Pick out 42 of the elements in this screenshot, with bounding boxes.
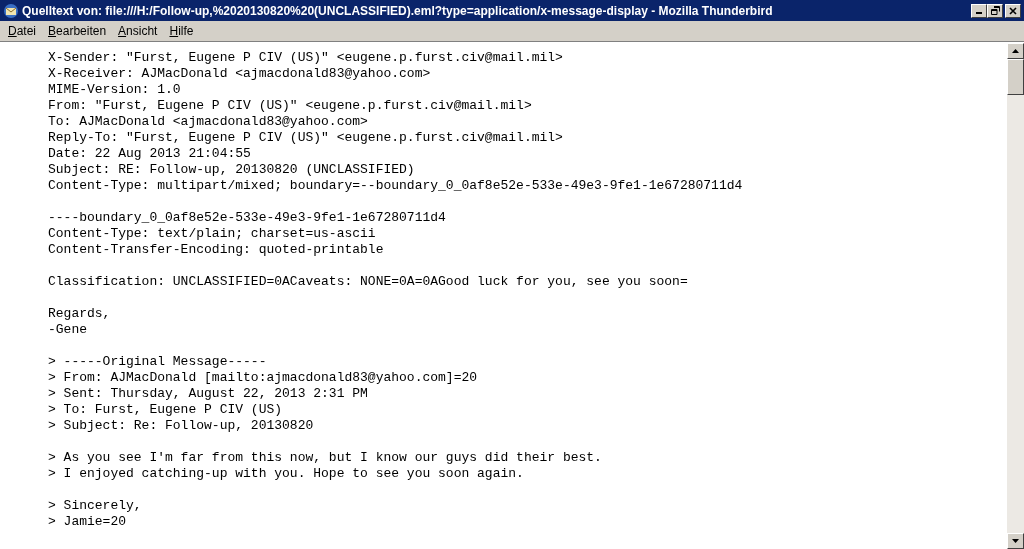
source-line: Content-Type: multipart/mixed; boundary=--boundary_0_0af8e52e-533e-49e3-9fe1-1e67280711d4 — [48, 178, 744, 194]
source-line: > To: Furst, Eugene P CIV (US) — [48, 402, 284, 418]
menu-item[interactable]: Bearbeiten — [42, 22, 113, 40]
menu-item[interactable]: Hilfe — [163, 22, 200, 40]
source-line: Content-Type: text/plain; charset=us-ascii — [48, 226, 377, 242]
source-line: X-Sender: "Furst, Eugene P CIV (US)" <eugene.p.furst.civ@mail.mil> — [48, 50, 564, 66]
scroll-down-button[interactable] — [1007, 533, 1024, 549]
down-arrow-icon — [1012, 539, 1019, 543]
up-arrow-icon — [1012, 49, 1019, 53]
source-line: Classification: UNCLASSIFIED=0ACaveats: NONE=0A=0AGood luck for you, see you soon= — [48, 274, 689, 290]
minimize-icon — [976, 12, 982, 14]
source-line: > Sincerely, — [48, 498, 143, 514]
source-line: ----boundary_0_0af8e52e-533e-49e3-9fe1-1e67280711d4 — [48, 210, 447, 226]
source-line: > -----Original Message----- — [48, 354, 268, 370]
window-title: Quelltext von: file:///H:/Follow-up,%2020130820%20(UNCLASSIFIED).eml?type=application/x-message-display - Mozilla Thunderbird — [22, 2, 774, 20]
scroll-up-button[interactable] — [1007, 43, 1024, 59]
restore-button[interactable] — [987, 3, 1003, 18]
minimize-button[interactable] — [971, 3, 987, 18]
source-line: X-Receiver: AJMacDonald <ajmacdonald83@yahoo.com> — [48, 66, 432, 82]
source-line: > From: AJMacDonald [mailto:ajmacdonald83@yahoo.com]=20 — [48, 370, 479, 386]
source-line: Regards, — [48, 306, 112, 322]
source-line: Date: 22 Aug 2013 21:04:55 — [48, 146, 252, 162]
scroll-thumb[interactable] — [1007, 59, 1024, 95]
source-line: > I enjoyed catching-up with you. Hope to see you soon again. — [48, 466, 525, 482]
app-icon — [3, 2, 19, 19]
close-icon — [1009, 6, 1017, 15]
source-line: Reply-To: "Furst, Eugene P CIV (US)" <eugene.p.furst.civ@mail.mil> — [48, 130, 564, 146]
source-line: MIME-Version: 1.0 — [48, 82, 182, 98]
source-line: Content-Transfer-Encoding: quoted-printable — [48, 242, 385, 258]
source-line: > Subject: Re: Follow-up, 20130820 — [48, 418, 315, 434]
source-line: > Jamie=20 — [48, 514, 127, 530]
close-button[interactable] — [1005, 3, 1021, 18]
source-line: Subject: RE: Follow-up, 20130820 (UNCLASSIFIED) — [48, 162, 416, 178]
menu-item[interactable]: Ansicht — [112, 22, 164, 40]
vertical-scrollbar[interactable] — [1007, 43, 1024, 549]
source-line: > As you see I'm far from this now, but I know our guys did their best. — [48, 450, 603, 466]
menu-item[interactable]: Datei — [2, 22, 43, 40]
source-line: > Sent: Thursday, August 22, 2013 2:31 PM — [48, 386, 369, 402]
restore-icon — [990, 6, 1000, 15]
source-line: -Gene — [48, 322, 88, 338]
source-line: To: AJMacDonald <ajmacdonald83@yahoo.com> — [48, 114, 369, 130]
source-line: From: "Furst, Eugene P CIV (US)" <eugene.p.furst.civ@mail.mil> — [48, 98, 533, 114]
